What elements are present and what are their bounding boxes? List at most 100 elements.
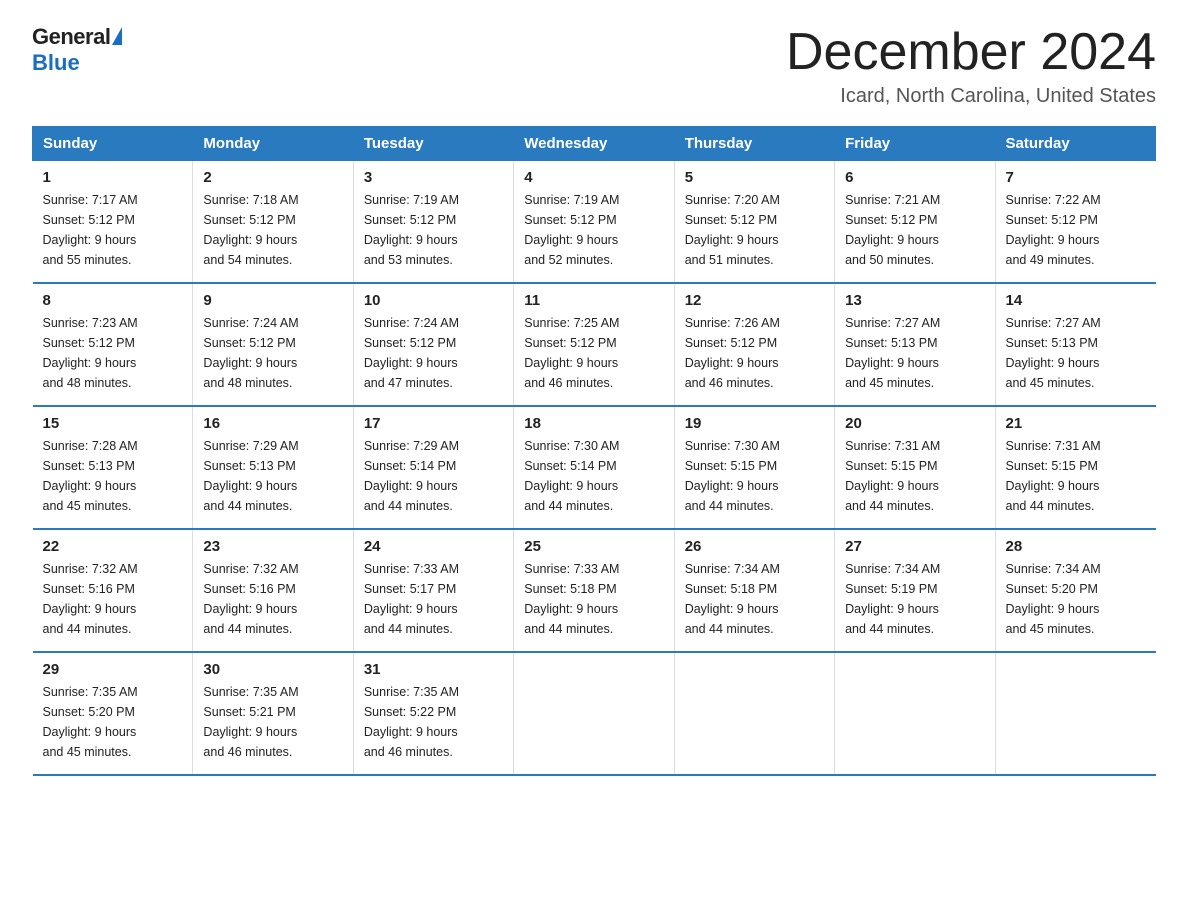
calendar-week-row: 29 Sunrise: 7:35 AM Sunset: 5:20 PM Dayl… [33, 652, 1156, 775]
header-tuesday: Tuesday [353, 127, 513, 161]
calendar-day-cell: 17 Sunrise: 7:29 AM Sunset: 5:14 PM Dayl… [353, 406, 513, 529]
day-number: 15 [43, 415, 183, 432]
calendar-day-cell: 30 Sunrise: 7:35 AM Sunset: 5:21 PM Dayl… [193, 652, 353, 775]
calendar-day-cell [835, 652, 995, 775]
header-row: SundayMondayTuesdayWednesdayThursdayFrid… [33, 127, 1156, 161]
calendar-day-cell: 23 Sunrise: 7:32 AM Sunset: 5:16 PM Dayl… [193, 529, 353, 652]
day-info: Sunrise: 7:27 AM Sunset: 5:13 PM Dayligh… [845, 313, 984, 393]
day-info: Sunrise: 7:19 AM Sunset: 5:12 PM Dayligh… [524, 190, 663, 270]
day-info: Sunrise: 7:28 AM Sunset: 5:13 PM Dayligh… [43, 436, 183, 516]
day-number: 2 [203, 169, 342, 186]
logo: General Blue [32, 24, 122, 76]
day-number: 16 [203, 415, 342, 432]
calendar-day-cell: 13 Sunrise: 7:27 AM Sunset: 5:13 PM Dayl… [835, 283, 995, 406]
day-info: Sunrise: 7:17 AM Sunset: 5:12 PM Dayligh… [43, 190, 183, 270]
calendar-header: SundayMondayTuesdayWednesdayThursdayFrid… [33, 127, 1156, 161]
day-number: 31 [364, 661, 503, 678]
day-info: Sunrise: 7:29 AM Sunset: 5:13 PM Dayligh… [203, 436, 342, 516]
calendar-day-cell: 15 Sunrise: 7:28 AM Sunset: 5:13 PM Dayl… [33, 406, 193, 529]
header-wednesday: Wednesday [514, 127, 674, 161]
calendar-day-cell: 25 Sunrise: 7:33 AM Sunset: 5:18 PM Dayl… [514, 529, 674, 652]
day-info: Sunrise: 7:35 AM Sunset: 5:21 PM Dayligh… [203, 682, 342, 762]
calendar-day-cell: 21 Sunrise: 7:31 AM Sunset: 5:15 PM Dayl… [995, 406, 1155, 529]
calendar-week-row: 8 Sunrise: 7:23 AM Sunset: 5:12 PM Dayli… [33, 283, 1156, 406]
day-number: 23 [203, 538, 342, 555]
day-number: 18 [524, 415, 663, 432]
header-friday: Friday [835, 127, 995, 161]
day-info: Sunrise: 7:31 AM Sunset: 5:15 PM Dayligh… [845, 436, 984, 516]
day-info: Sunrise: 7:21 AM Sunset: 5:12 PM Dayligh… [845, 190, 984, 270]
calendar-day-cell: 1 Sunrise: 7:17 AM Sunset: 5:12 PM Dayli… [33, 161, 193, 284]
day-info: Sunrise: 7:23 AM Sunset: 5:12 PM Dayligh… [43, 313, 183, 393]
calendar-day-cell: 3 Sunrise: 7:19 AM Sunset: 5:12 PM Dayli… [353, 161, 513, 284]
title-block: December 2024 Icard, North Carolina, Uni… [786, 24, 1156, 108]
day-number: 20 [845, 415, 984, 432]
calendar-day-cell: 9 Sunrise: 7:24 AM Sunset: 5:12 PM Dayli… [193, 283, 353, 406]
day-number: 10 [364, 292, 503, 309]
header-monday: Monday [193, 127, 353, 161]
calendar-day-cell: 28 Sunrise: 7:34 AM Sunset: 5:20 PM Dayl… [995, 529, 1155, 652]
header-sunday: Sunday [33, 127, 193, 161]
day-info: Sunrise: 7:34 AM Sunset: 5:19 PM Dayligh… [845, 559, 984, 639]
calendar-week-row: 22 Sunrise: 7:32 AM Sunset: 5:16 PM Dayl… [33, 529, 1156, 652]
day-info: Sunrise: 7:31 AM Sunset: 5:15 PM Dayligh… [1006, 436, 1146, 516]
calendar-day-cell: 5 Sunrise: 7:20 AM Sunset: 5:12 PM Dayli… [674, 161, 834, 284]
logo-triangle-icon [112, 27, 122, 45]
day-number: 7 [1006, 169, 1146, 186]
calendar-day-cell: 27 Sunrise: 7:34 AM Sunset: 5:19 PM Dayl… [835, 529, 995, 652]
day-info: Sunrise: 7:19 AM Sunset: 5:12 PM Dayligh… [364, 190, 503, 270]
day-info: Sunrise: 7:30 AM Sunset: 5:14 PM Dayligh… [524, 436, 663, 516]
day-info: Sunrise: 7:18 AM Sunset: 5:12 PM Dayligh… [203, 190, 342, 270]
day-number: 6 [845, 169, 984, 186]
calendar-day-cell: 8 Sunrise: 7:23 AM Sunset: 5:12 PM Dayli… [33, 283, 193, 406]
day-info: Sunrise: 7:20 AM Sunset: 5:12 PM Dayligh… [685, 190, 824, 270]
calendar-day-cell: 2 Sunrise: 7:18 AM Sunset: 5:12 PM Dayli… [193, 161, 353, 284]
calendar-week-row: 15 Sunrise: 7:28 AM Sunset: 5:13 PM Dayl… [33, 406, 1156, 529]
day-info: Sunrise: 7:24 AM Sunset: 5:12 PM Dayligh… [203, 313, 342, 393]
day-number: 1 [43, 169, 183, 186]
calendar-day-cell: 19 Sunrise: 7:30 AM Sunset: 5:15 PM Dayl… [674, 406, 834, 529]
day-number: 3 [364, 169, 503, 186]
day-number: 5 [685, 169, 824, 186]
day-number: 19 [685, 415, 824, 432]
day-info: Sunrise: 7:35 AM Sunset: 5:22 PM Dayligh… [364, 682, 503, 762]
calendar-day-cell: 4 Sunrise: 7:19 AM Sunset: 5:12 PM Dayli… [514, 161, 674, 284]
calendar-day-cell [674, 652, 834, 775]
logo-blue-text: Blue [32, 50, 122, 76]
day-number: 28 [1006, 538, 1146, 555]
day-info: Sunrise: 7:33 AM Sunset: 5:18 PM Dayligh… [524, 559, 663, 639]
day-info: Sunrise: 7:34 AM Sunset: 5:18 PM Dayligh… [685, 559, 824, 639]
day-number: 9 [203, 292, 342, 309]
calendar-day-cell: 22 Sunrise: 7:32 AM Sunset: 5:16 PM Dayl… [33, 529, 193, 652]
calendar-day-cell: 6 Sunrise: 7:21 AM Sunset: 5:12 PM Dayli… [835, 161, 995, 284]
day-number: 29 [43, 661, 183, 678]
header-thursday: Thursday [674, 127, 834, 161]
calendar-table: SundayMondayTuesdayWednesdayThursdayFrid… [32, 126, 1156, 776]
day-number: 4 [524, 169, 663, 186]
logo-general-text: General [32, 24, 110, 50]
calendar-day-cell: 11 Sunrise: 7:25 AM Sunset: 5:12 PM Dayl… [514, 283, 674, 406]
day-number: 17 [364, 415, 503, 432]
day-number: 27 [845, 538, 984, 555]
calendar-day-cell: 26 Sunrise: 7:34 AM Sunset: 5:18 PM Dayl… [674, 529, 834, 652]
day-number: 12 [685, 292, 824, 309]
day-info: Sunrise: 7:27 AM Sunset: 5:13 PM Dayligh… [1006, 313, 1146, 393]
day-number: 8 [43, 292, 183, 309]
calendar-day-cell: 20 Sunrise: 7:31 AM Sunset: 5:15 PM Dayl… [835, 406, 995, 529]
day-number: 26 [685, 538, 824, 555]
day-number: 13 [845, 292, 984, 309]
day-number: 25 [524, 538, 663, 555]
day-number: 21 [1006, 415, 1146, 432]
day-info: Sunrise: 7:33 AM Sunset: 5:17 PM Dayligh… [364, 559, 503, 639]
day-info: Sunrise: 7:30 AM Sunset: 5:15 PM Dayligh… [685, 436, 824, 516]
calendar-day-cell: 29 Sunrise: 7:35 AM Sunset: 5:20 PM Dayl… [33, 652, 193, 775]
location-subtitle: Icard, North Carolina, United States [786, 85, 1156, 108]
day-info: Sunrise: 7:24 AM Sunset: 5:12 PM Dayligh… [364, 313, 503, 393]
day-number: 24 [364, 538, 503, 555]
day-number: 30 [203, 661, 342, 678]
calendar-day-cell [514, 652, 674, 775]
day-info: Sunrise: 7:25 AM Sunset: 5:12 PM Dayligh… [524, 313, 663, 393]
calendar-body: 1 Sunrise: 7:17 AM Sunset: 5:12 PM Dayli… [33, 161, 1156, 776]
day-number: 11 [524, 292, 663, 309]
day-info: Sunrise: 7:29 AM Sunset: 5:14 PM Dayligh… [364, 436, 503, 516]
